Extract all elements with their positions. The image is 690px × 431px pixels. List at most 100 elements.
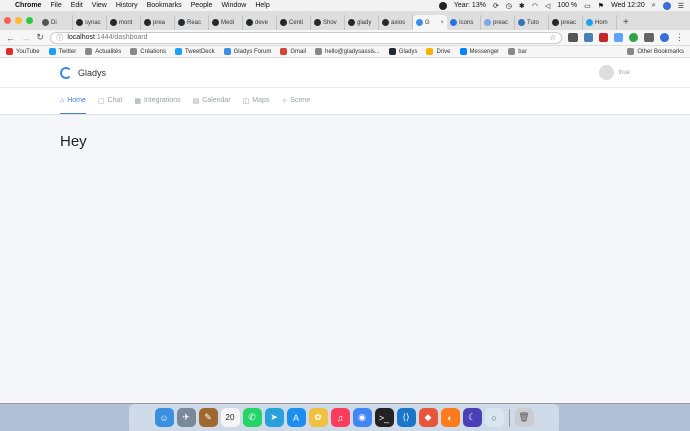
menu-people[interactable]: People [191,2,213,9]
bookmark-item[interactable]: Messenger [459,48,499,55]
tab[interactable]: mont [107,15,141,30]
tab[interactable]: synac [73,15,107,30]
tab[interactable]: Hom [583,15,617,30]
bookmark-label: Drive [436,48,451,55]
tab[interactable]: Icons [447,15,481,30]
flag-icon[interactable]: ⚑ [598,2,604,10]
bookmark-item[interactable]: Gladys [388,48,417,55]
tab[interactable]: preac [549,15,583,30]
dock-app-store-icon[interactable]: A [286,408,306,427]
dock-circle-app-icon[interactable]: ○ [484,408,504,427]
bluetooth-icon[interactable]: ✱ [519,2,525,10]
dock-moon-icon[interactable]: ☾ [462,408,482,427]
dock-telegram-icon[interactable]: ➤ [264,408,284,427]
nav-integrations[interactable]: ▦ Integrations [134,88,180,114]
notification-center-icon[interactable]: ☰ [678,2,684,10]
extension-icon[interactable] [614,33,624,42]
menu-history[interactable]: History [116,2,138,9]
bookmark-item[interactable]: TweetDeck [174,48,215,55]
new-tab-button[interactable]: + [623,15,629,30]
tab[interactable]: Centi [277,15,311,30]
close-tab-icon[interactable]: × [440,20,444,26]
tab[interactable]: axios [379,15,413,30]
other-bookmarks[interactable]: Other Bookmarks [627,48,684,55]
menu-view[interactable]: View [92,2,107,9]
more-options-icon[interactable]: ⋮ [675,32,684,43]
tab[interactable]: Di [39,15,73,30]
tab[interactable]: preac [481,15,515,30]
extension-icon[interactable] [598,33,609,42]
forward-icon[interactable]: → [21,33,30,43]
user-icon[interactable] [662,1,671,10]
tab[interactable]: Reac [175,15,209,30]
nav-calendar[interactable]: ▤ Calendar [193,88,231,114]
bookmark-item[interactable]: Actualités [85,48,121,55]
sync-icon[interactable]: ⟳ [493,2,499,10]
dock-calendar-icon[interactable]: 20 [220,408,240,427]
dock-chrome-icon[interactable]: ◉ [352,408,372,427]
dock-whatsapp-icon[interactable]: ✆ [242,408,262,427]
tab[interactable]: glady [345,15,379,30]
dock-firefox-icon[interactable]: ◐ [440,408,460,427]
user-menu[interactable]: thue [599,65,630,80]
bookmark-item[interactable]: Twitter [48,48,76,55]
menu-app-name[interactable]: Chrome [15,2,41,9]
avatar[interactable] [599,65,615,80]
bookmark-item[interactable]: Créations [130,48,166,55]
bookmark-item[interactable]: Gmail [280,48,306,55]
tab[interactable]: Shov [311,15,345,30]
back-icon[interactable]: ← [6,33,15,43]
dock-launchpad-icon[interactable]: ✈ [176,408,196,427]
menu-window[interactable]: Window [221,2,246,9]
menu-file[interactable]: File [50,2,61,9]
menu-bookmarks[interactable]: Bookmarks [147,2,182,9]
tab-active[interactable]: G × [413,15,447,30]
tab[interactable]: Medi [209,15,243,30]
dock-terminal-icon[interactable]: >_ [374,408,394,427]
menu-help[interactable]: Help [255,2,269,9]
dock-vscode-icon[interactable]: ⟨⟩ [396,408,416,427]
tab[interactable]: Tuto [515,15,549,30]
dock-finder-icon[interactable]: ☺ [154,408,174,427]
nav-scene[interactable]: ✧ Scene [281,88,310,114]
bookmark-star-icon[interactable]: ☆ [549,33,556,42]
reload-icon[interactable]: ↻ [36,32,44,43]
extension-icon[interactable] [629,33,639,42]
wifi-icon[interactable]: ◠ [532,2,538,10]
extension-icon[interactable] [568,33,578,42]
tab-favicon-icon [552,19,559,26]
year-progress-label[interactable]: Year: 13% [454,2,486,9]
bookmark-item[interactable]: YouTube [6,48,40,55]
dock-paw-icon[interactable]: ◆ [418,408,438,427]
battery-percent[interactable]: 100 % [557,2,577,9]
dock-photos-icon[interactable]: ✿ [308,408,328,427]
info-icon[interactable]: ⓘ [56,33,63,43]
extension-icon[interactable] [583,33,593,42]
minimize-window-button[interactable] [15,17,22,24]
extension-icon[interactable] [644,33,654,42]
profile-avatar[interactable] [659,33,669,42]
bookmark-item[interactable]: bar [508,48,527,55]
bookmark-item[interactable]: hello@gladysassis... [315,48,380,55]
dock-notes-icon[interactable]: ✎ [198,408,218,427]
close-window-button[interactable] [4,17,11,24]
zoom-window-button[interactable] [26,17,33,24]
clock-icon[interactable]: ◷ [506,2,512,10]
tab[interactable]: prea [141,15,175,30]
battery-icon[interactable]: ▭ [584,2,591,10]
address-bar[interactable]: ⓘ localhost :1444/dashboard ☆ [50,31,563,44]
status-app-icon[interactable] [438,1,447,10]
dock-music-icon[interactable]: ♫ [330,408,350,427]
bookmark-item[interactable]: Gladys Forum [223,48,271,55]
bookmark-item[interactable]: Drive [426,48,451,55]
nav-maps[interactable]: ◫ Maps [243,88,270,114]
menu-clock[interactable]: Wed 12:20 [611,2,645,9]
app-logo[interactable]: Gladys [60,66,106,79]
dock-trash-icon[interactable]: 🗑 [514,408,534,427]
spotlight-icon[interactable]: ⌕ [652,2,656,10]
nav-home[interactable]: ⌂ Home [60,88,86,114]
nav-chat[interactable]: ▢ Chat [98,88,122,114]
volume-icon[interactable]: ◁ [545,2,550,10]
menu-edit[interactable]: Edit [71,2,83,9]
tab[interactable]: deve [243,15,277,30]
